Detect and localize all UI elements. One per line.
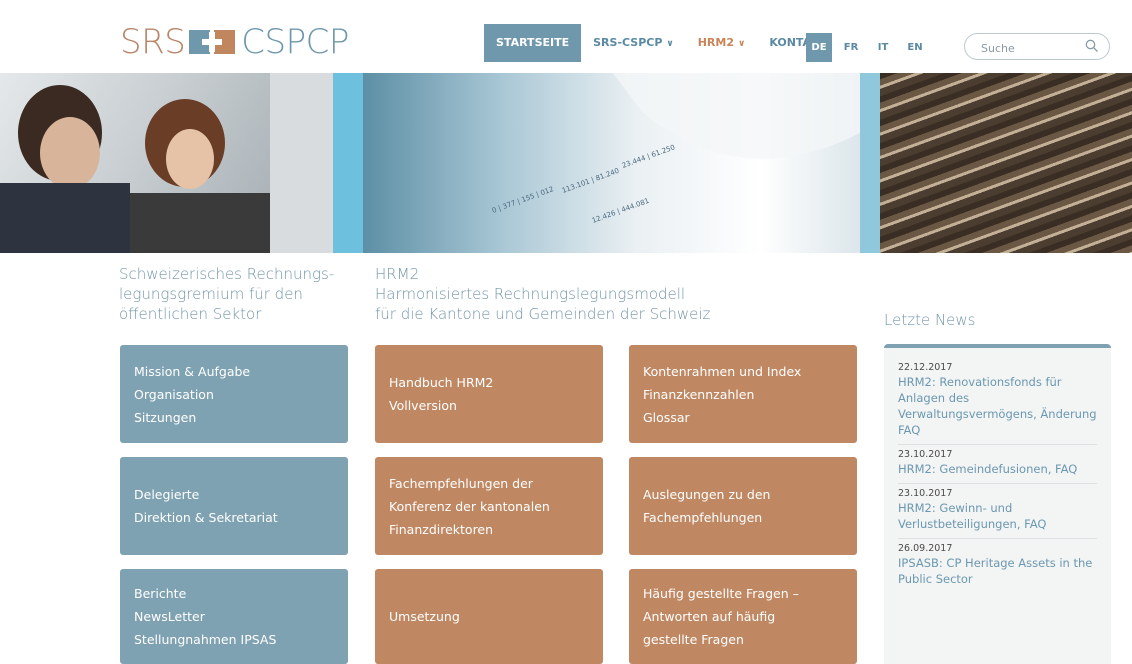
logo-text-srs: SRS	[120, 22, 186, 62]
tile-delegierte[interactable]: Delegierte Direktion & Sekretariat	[120, 457, 348, 555]
banner-photo-parliament	[880, 73, 1132, 253]
srs-heading: Schweizerisches Rechnungs- legungsgremiu…	[119, 265, 335, 323]
nav-startseite[interactable]: STARTSEITE	[484, 24, 582, 62]
news-item[interactable]: 26.09.2017 IPSASB: CP Heritage Assets in…	[898, 539, 1097, 593]
chevron-down-icon: ∨	[738, 39, 746, 49]
nav-hrm2[interactable]: HRM2 ∨	[686, 24, 758, 62]
chevron-down-icon: ∨	[666, 39, 674, 49]
news-link[interactable]: IPSASB: CP Heritage Assets in the Public…	[898, 555, 1097, 587]
hrm2-heading: HRM2 Harmonisiertes Rechnungslegungsmode…	[375, 265, 711, 323]
tile-faq[interactable]: Häufig gestellte Fragen – Antworten auf …	[629, 569, 857, 664]
news-item[interactable]: 23.10.2017 HRM2: Gemeindefusionen, FAQ	[898, 445, 1097, 484]
news-panel: 22.12.2017 HRM2: Renovationsfonds für An…	[884, 344, 1111, 664]
news-link[interactable]: HRM2: Gewinn- und Verlustbeteiligungen, …	[898, 500, 1097, 532]
search-input[interactable]	[979, 39, 1083, 57]
news-date: 23.10.2017	[898, 449, 953, 460]
lang-en[interactable]: EN	[902, 33, 928, 62]
lang-de[interactable]: DE	[806, 33, 832, 62]
news-link[interactable]: HRM2: Gemeindefusionen, FAQ	[898, 461, 1097, 477]
news-link[interactable]: HRM2: Renovationsfonds für Anlagen des V…	[898, 374, 1097, 438]
hero-banner: 0 | 377 | 155 | 012 113.101 | 81.240 12.…	[0, 73, 1132, 253]
main-nav: STARTSEITE SRS-CSPCP ∨ HRM2 ∨ KONTAKT	[484, 24, 839, 62]
tile-fachempfehlungen[interactable]: Fachempfehlungen der Konferenz der kanto…	[375, 457, 603, 555]
news-item[interactable]: 23.10.2017 HRM2: Gewinn- und Verlustbete…	[898, 484, 1097, 539]
tile-kontenrahmen[interactable]: Kontenrahmen und Index Finanzkennzahlen …	[629, 345, 857, 443]
banner-photo-people	[0, 73, 333, 253]
tile-mission[interactable]: Mission & Aufgabe Organisation Sitzungen	[120, 345, 348, 443]
search-icon[interactable]	[1085, 39, 1101, 55]
tile-handbuch[interactable]: Handbuch HRM2 Vollversion	[375, 345, 603, 443]
svg-text:23.444 | 61.250: 23.444 | 61.250	[621, 143, 676, 170]
banner-divider	[860, 73, 880, 253]
language-switcher: DE FR IT EN	[806, 33, 934, 62]
search-box	[964, 33, 1110, 60]
tile-umsetzung[interactable]: Umsetzung	[375, 569, 603, 664]
lang-fr[interactable]: FR	[838, 33, 864, 62]
svg-text:12.426 | 444.081: 12.426 | 444.081	[591, 197, 650, 225]
swiss-cross-icon	[189, 30, 236, 54]
svg-text:113.101 | 81.240: 113.101 | 81.240	[561, 167, 620, 195]
site-header: SRS CSPCP STARTSEITE SRS-CSPCP ∨ HRM2 ∨ KO…	[0, 0, 1132, 73]
svg-text:0 | 377 | 155 | 012: 0 | 377 | 155 | 012	[491, 185, 555, 215]
news-date: 22.12.2017	[898, 362, 953, 373]
banner-divider	[333, 73, 363, 253]
banner-photo-figures: 0 | 377 | 155 | 012 113.101 | 81.240 12.…	[363, 73, 860, 253]
news-date: 26.09.2017	[898, 543, 953, 554]
tile-auslegungen[interactable]: Auslegungen zu den Fachempfehlungen	[629, 457, 857, 555]
nav-srs-cspcp[interactable]: SRS-CSPCP ∨	[581, 24, 686, 62]
site-logo[interactable]: SRS CSPCP	[120, 22, 349, 62]
lang-it[interactable]: IT	[870, 33, 896, 62]
news-title: Letzte News	[884, 311, 976, 329]
tile-berichte[interactable]: Berichte NewsLetter Stellungnahmen IPSAS	[120, 569, 348, 664]
news-date: 23.10.2017	[898, 488, 953, 499]
news-item[interactable]: 22.12.2017 HRM2: Renovationsfonds für An…	[898, 358, 1097, 445]
logo-text-cspcp: CSPCP	[241, 22, 349, 62]
